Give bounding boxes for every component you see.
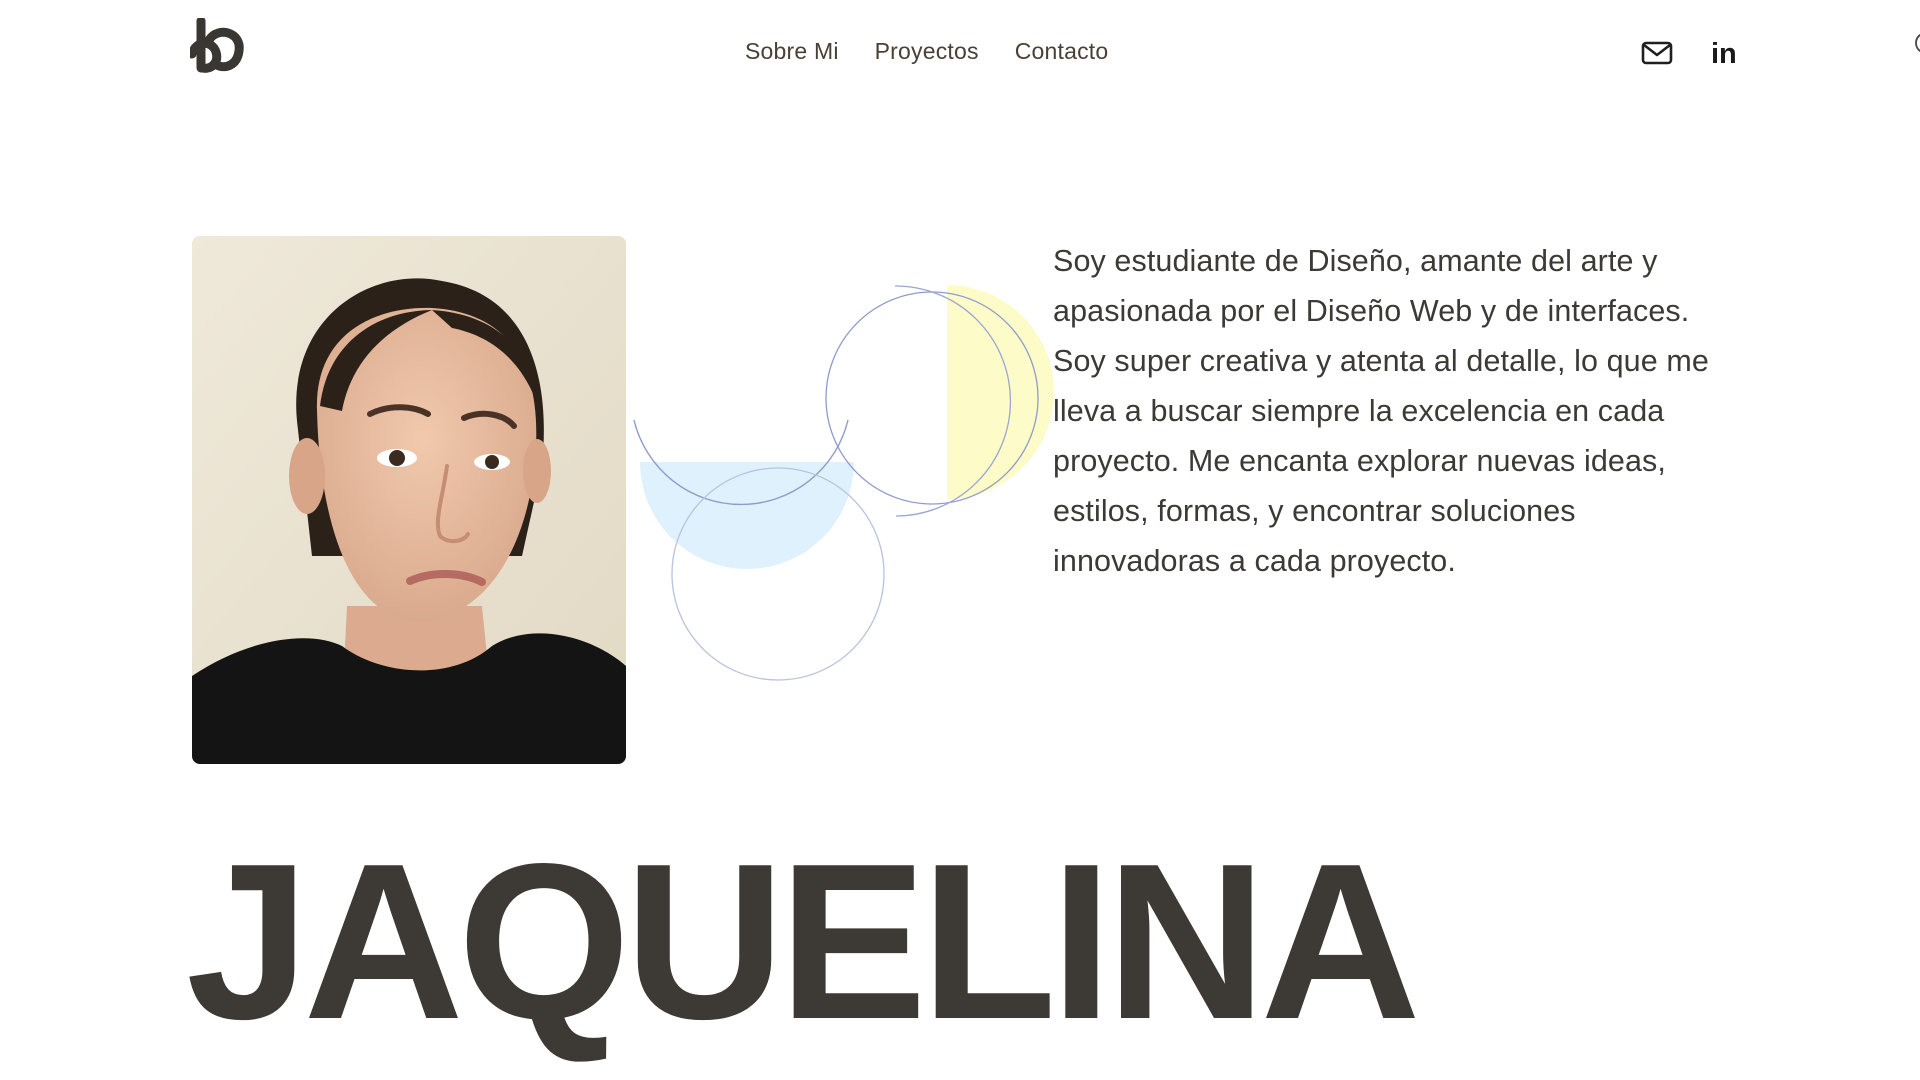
main-nav: Sobre Mi Proyectos Contacto xyxy=(745,38,1108,65)
jd-monogram-logo-icon xyxy=(187,16,244,73)
envelope-icon xyxy=(1641,41,1673,65)
linkedin-icon-text: in xyxy=(1711,38,1737,70)
profile-photo xyxy=(192,236,626,764)
email-link[interactable] xyxy=(1640,36,1674,70)
site-header: Sobre Mi Proyectos Contacto in xyxy=(0,0,1920,110)
nav-item-contacto[interactable]: Contacto xyxy=(1015,38,1109,65)
logo[interactable] xyxy=(187,16,246,74)
linkedin-link[interactable]: in xyxy=(1708,36,1742,70)
partial-edge-icon xyxy=(1915,33,1920,53)
nav-item-sobre-mi[interactable]: Sobre Mi xyxy=(745,38,839,65)
decorative-circles xyxy=(633,285,1054,681)
hero-name-heading: JAQUELINA xyxy=(186,818,1421,1066)
nav-item-proyectos[interactable]: Proyectos xyxy=(875,38,979,65)
social-links: in xyxy=(1640,36,1742,70)
linkedin-icon: in xyxy=(1711,38,1737,70)
bio-paragraph: Soy estudiante de Diseño, amante del art… xyxy=(1053,244,1709,578)
